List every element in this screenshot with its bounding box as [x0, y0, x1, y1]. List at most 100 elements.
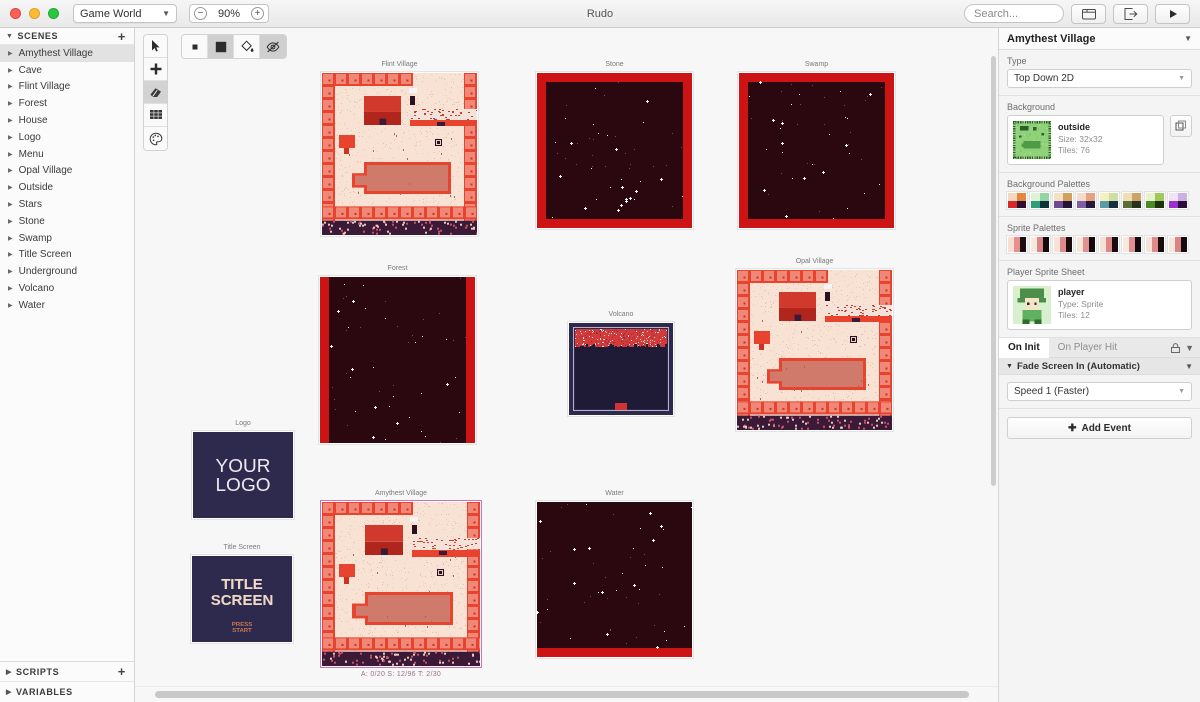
- scene-card-swamp[interactable]: Swamp: [737, 60, 896, 230]
- sprite-palette-swatch[interactable]: [1122, 236, 1142, 253]
- scene-card-frame[interactable]: [535, 71, 694, 230]
- scene-preview-logo[interactable]: [193, 432, 293, 518]
- play-project-button[interactable]: [1155, 3, 1190, 24]
- sprite-palette-swatch[interactable]: [1099, 236, 1119, 253]
- scene-card-frame[interactable]: [320, 500, 482, 668]
- canvas-vertical-scrollbar[interactable]: [989, 28, 998, 686]
- scene-preview-volcano[interactable]: [569, 323, 673, 415]
- scene-card-logo[interactable]: Logo: [191, 419, 295, 520]
- sidebar-item-cave[interactable]: ▶ Cave: [0, 62, 134, 79]
- scene-preview-title-screen[interactable]: [192, 556, 292, 642]
- export-build-button[interactable]: [1113, 3, 1148, 24]
- sidebar-item-swamp[interactable]: ▶ Swamp: [0, 230, 134, 247]
- variables-section-header[interactable]: ▶ VARIABLES: [0, 682, 134, 702]
- add-event-button[interactable]: ✚ Add Event: [1007, 417, 1192, 439]
- scene-card-opal-village[interactable]: Opal Village: [735, 257, 894, 432]
- sidebar-item-stone[interactable]: ▶ Stone: [0, 213, 134, 230]
- player-sprite-card[interactable]: player Type: Sprite Tiles: 12: [1007, 280, 1192, 330]
- sidebar-item-stars[interactable]: ▶ Stars: [0, 196, 134, 213]
- scene-card-frame[interactable]: [318, 275, 477, 445]
- background-palette-swatch[interactable]: [1168, 192, 1188, 209]
- sidebar-item-outside[interactable]: ▶ Outside: [0, 179, 134, 196]
- scene-card-frame[interactable]: [320, 71, 479, 237]
- tab-on-player-hit[interactable]: On Player Hit: [1049, 338, 1126, 358]
- scene-preview-amythest-village[interactable]: [322, 502, 480, 666]
- scripts-section-header[interactable]: ▶ SCRIPTS +: [0, 662, 134, 682]
- search-input[interactable]: Search...: [964, 4, 1064, 23]
- scene-card-forest[interactable]: Forest: [318, 264, 477, 445]
- event-menu-icon[interactable]: ▼: [1185, 362, 1193, 371]
- sidebar-item-volcano[interactable]: ▶ Volcano: [0, 280, 134, 297]
- scene-card-frame[interactable]: [567, 321, 675, 417]
- sprite-palette-swatch[interactable]: [1168, 236, 1188, 253]
- scene-preview-opal-village[interactable]: [737, 270, 892, 430]
- eraser-tool[interactable]: [144, 81, 167, 104]
- zoom-in-button[interactable]: +: [251, 7, 264, 20]
- scene-card-frame[interactable]: [535, 500, 694, 659]
- scene-card-frame[interactable]: [735, 268, 894, 432]
- add-script-button[interactable]: +: [118, 665, 126, 678]
- scene-card-stone[interactable]: Stone: [535, 60, 694, 230]
- scene-preview-forest[interactable]: [320, 277, 475, 443]
- scene-type-select[interactable]: Top Down 2D ▼: [1007, 69, 1192, 88]
- colors-tool[interactable]: [144, 127, 167, 150]
- sidebar-item-amythest-village[interactable]: ▶ Amythest Village: [0, 45, 134, 62]
- sidebar-item-logo[interactable]: ▶ Logo: [0, 129, 134, 146]
- sprite-palette-swatch[interactable]: [1053, 236, 1073, 253]
- fill-tool[interactable]: [234, 35, 260, 58]
- world-canvas[interactable]: Flint Village Stone Swamp Forest Volcano Opal…: [135, 28, 998, 702]
- sidebar-item-forest[interactable]: ▶ Forest: [0, 95, 134, 112]
- sidebar-item-water[interactable]: ▶ Water: [0, 297, 134, 314]
- canvas-vertical-scroll-thumb[interactable]: [991, 56, 996, 486]
- scene-preview-stone[interactable]: [537, 73, 692, 228]
- sidebar-item-opal-village[interactable]: ▶ Opal Village: [0, 163, 134, 180]
- sidebar-item-title-screen[interactable]: ▶ Title Screen: [0, 247, 134, 264]
- project-world-select[interactable]: Game World ▼: [73, 4, 177, 23]
- canvas-horizontal-scroll-thumb[interactable]: [155, 691, 969, 698]
- add-scene-button[interactable]: +: [118, 30, 126, 43]
- event-header-fade-screen-in[interactable]: ▼ Fade Screen In (Automatic) ▼: [999, 358, 1200, 375]
- maximize-window-button[interactable]: [48, 8, 59, 19]
- tab-on-init[interactable]: On Init: [999, 337, 1049, 358]
- background-palette-swatch[interactable]: [1145, 192, 1165, 209]
- script-tabs-menu-icon[interactable]: ▼: [1185, 343, 1194, 353]
- tiles-tool[interactable]: [144, 104, 167, 127]
- sidebar-item-house[interactable]: ▶ House: [0, 112, 134, 129]
- sprite-palette-swatch[interactable]: [1007, 236, 1027, 253]
- scene-card-water[interactable]: Water: [535, 489, 694, 659]
- scene-card-frame[interactable]: [737, 71, 896, 230]
- sprite-palette-swatch[interactable]: [1145, 236, 1165, 253]
- background-palette-swatch[interactable]: [1030, 192, 1050, 209]
- scene-card-title-screen[interactable]: Title Screen: [190, 543, 294, 644]
- close-window-button[interactable]: [10, 8, 21, 19]
- background-palette-swatch[interactable]: [1007, 192, 1027, 209]
- scene-card-frame[interactable]: [191, 430, 295, 520]
- select-tool[interactable]: [144, 35, 167, 58]
- background-palette-swatch[interactable]: [1076, 192, 1096, 209]
- background-palette-swatch[interactable]: [1122, 192, 1142, 209]
- scenes-section-header[interactable]: ▼ SCENES +: [0, 28, 134, 45]
- scene-card-amythest-village[interactable]: Amythest Village A: 0/20 S: 12/96 T: 2/30: [320, 489, 482, 678]
- zoom-out-button[interactable]: −: [194, 7, 207, 20]
- scene-preview-flint-village[interactable]: [322, 73, 477, 235]
- scene-preview-swamp[interactable]: [739, 73, 894, 228]
- scene-canvas-area[interactable]: Flint Village Stone Swamp Forest Volcano Opal…: [135, 28, 998, 702]
- sidebar-item-flint-village[interactable]: ▶ Flint Village: [0, 79, 134, 96]
- open-project-folder-button[interactable]: [1071, 3, 1106, 24]
- sprite-palette-swatch[interactable]: [1076, 236, 1096, 253]
- scene-card-frame[interactable]: [190, 554, 294, 644]
- brush-large[interactable]: [208, 35, 234, 58]
- background-asset-card[interactable]: outside Size: 32x32 Tiles: 76: [1007, 115, 1164, 165]
- hide-layers[interactable]: [260, 35, 286, 58]
- add-tool[interactable]: [144, 58, 167, 81]
- background-swap-button[interactable]: [1170, 115, 1192, 137]
- scene-card-flint-village[interactable]: Flint Village: [320, 60, 479, 237]
- scene-preview-water[interactable]: [537, 502, 692, 657]
- sidebar-item-menu[interactable]: ▶ Menu: [0, 146, 134, 163]
- scene-card-volcano[interactable]: Volcano: [567, 310, 675, 417]
- minimize-window-button[interactable]: [29, 8, 40, 19]
- event-speed-select[interactable]: Speed 1 (Faster) ▼: [1007, 382, 1192, 401]
- background-palette-swatch[interactable]: [1053, 192, 1073, 209]
- inspector-collapse-icon[interactable]: ▼: [1184, 34, 1192, 43]
- background-palette-swatch[interactable]: [1099, 192, 1119, 209]
